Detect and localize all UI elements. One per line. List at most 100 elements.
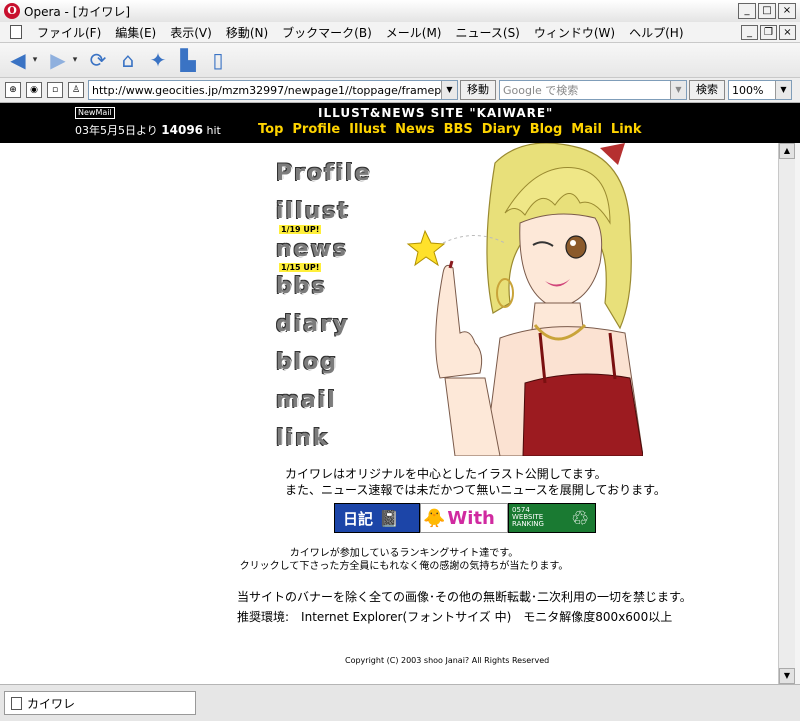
new-mail-badge[interactable]: NewMail <box>75 107 115 119</box>
url-field[interactable]: http://www.geocities.jp/mzm32997/newpage… <box>88 80 458 100</box>
page-content: Profile illust 1/19 UP! news 1/15 UP! bb… <box>0 143 778 684</box>
search-placeholder: Google で検索 <box>503 84 579 97</box>
site-description: カイワレはオリジナルを中心としたイラスト公開してます。 また、ニュース速報では未… <box>285 466 666 498</box>
maximize-button[interactable]: □ <box>758 3 776 19</box>
print-icon[interactable]: ▙ <box>176 48 200 72</box>
home-icon[interactable]: ⌂ <box>116 48 140 72</box>
forward-icon[interactable]: ▶ <box>46 48 70 72</box>
copyright-notice: 当サイトのバナーを除く全ての画像･その他の無断転載･二次利用の一切を禁じます。 … <box>237 587 692 627</box>
url-dropdown-icon[interactable]: ▼ <box>441 81 457 99</box>
minimize-button[interactable]: _ <box>738 3 756 19</box>
vertical-scrollbar[interactable]: ▲ ▼ <box>778 143 795 684</box>
menu-news[interactable]: ニュース(S) <box>448 24 526 41</box>
zoom-value: 100% <box>732 83 764 97</box>
go-button[interactable]: 移動 <box>460 80 496 100</box>
ranking-line-1: カイワレが参加しているランキングサイト達です。 <box>289 548 519 559</box>
scroll-up-icon[interactable]: ▲ <box>779 143 795 159</box>
banner-0574-ranking[interactable]: 0574 WEBSITE RANKING ♲ <box>508 503 596 533</box>
banner-with[interactable]: 🐥 With <box>420 503 508 533</box>
camera-icon[interactable]: ◉ <box>26 82 42 98</box>
nav-illust[interactable]: Illust <box>349 122 386 137</box>
menu-link-profile[interactable]: Profile <box>276 161 372 186</box>
menu-link-diary[interactable]: diary <box>276 312 349 337</box>
nav-mail[interactable]: Mail <box>571 122 602 137</box>
menu-help[interactable]: ヘルプ(H) <box>622 24 690 41</box>
menu-link-illust[interactable]: illust <box>276 199 350 224</box>
site-header: NewMail 03年5月5日より 14096 hit ILLUST&NEWS … <box>0 103 800 143</box>
page-tab[interactable]: カイワレ <box>4 691 196 715</box>
hotlist-icon[interactable]: ✦ <box>146 48 170 72</box>
hit-counter: 03年5月5日より 14096 hit <box>75 122 221 138</box>
menu-link-mail[interactable]: mail <box>276 388 337 413</box>
nav-news[interactable]: News <box>395 122 434 137</box>
menu-bookmarks[interactable]: ブックマーク(B) <box>275 24 379 41</box>
menu-link-blog[interactable]: blog <box>276 350 338 375</box>
site-title: ILLUST&NEWS SITE "KAIWARE" <box>318 106 554 120</box>
notice-line-1: 当サイトのバナーを除く全ての画像･その他の無断転載･二次利用の一切を禁じます。 <box>237 590 692 604</box>
site-nav: Top Profile Illust News BBS Diary Blog M… <box>258 122 642 137</box>
scroll-down-icon[interactable]: ▼ <box>779 668 795 684</box>
banner-with-label: With <box>447 507 495 529</box>
girl-illustration <box>405 143 643 456</box>
close-button[interactable]: × <box>778 3 796 19</box>
user-mode-icon[interactable]: ♙ <box>68 82 84 98</box>
nav-link[interactable]: Link <box>611 122 642 137</box>
document-window-controls: _ ❐ × <box>741 25 796 40</box>
new-page-icon[interactable]: ▯ <box>206 48 230 72</box>
menu-link-bbs[interactable]: bbs <box>276 274 327 299</box>
ranking-banners: 日記 📓 🐥 With 0574 WEBSITE RANKING ♲ <box>334 503 596 533</box>
banner-nikki[interactable]: 日記 📓 <box>334 503 420 533</box>
page-info-icon[interactable]: ▫ <box>47 82 63 98</box>
menu-mail[interactable]: メール(M) <box>379 24 449 41</box>
copyright-text: Copyright (C) 2003 shoo Janai? All Right… <box>345 656 550 665</box>
window-title: Opera - [カイワレ] <box>24 4 131 19</box>
tab-title: カイワレ <box>27 696 76 711</box>
nav-profile[interactable]: Profile <box>292 122 340 137</box>
search-dropdown-icon[interactable]: ▼ <box>670 81 686 99</box>
navigation-toolbar: ◀ ▾ ▶ ▾ ⟳ ⌂ ✦ ▙ ▯ <box>0 43 800 78</box>
ranking-line-2: クリックして下さった方全員にもれなく俺の感謝の気持ちが当たります。 <box>239 561 569 572</box>
window-controls: _ □ × <box>738 3 796 19</box>
search-field[interactable]: Google で検索 ▼ <box>499 80 687 100</box>
description-line-1: カイワレはオリジナルを中心としたイラスト公開してます。 <box>285 467 607 481</box>
menu-link-link[interactable]: link <box>276 426 329 451</box>
zoom-select[interactable]: 100% ▼ <box>728 80 792 100</box>
hit-suffix: hit <box>206 124 221 137</box>
chick-icon: 🐥 <box>423 507 446 529</box>
doc-close-button[interactable]: × <box>779 25 796 40</box>
nav-bbs[interactable]: BBS <box>444 122 473 137</box>
banner-nikki-label: 日記 <box>343 509 374 528</box>
hit-prefix: 03年5月5日より <box>75 124 158 137</box>
title-bar: O Opera - [カイワレ] _ □ × <box>0 0 800 23</box>
zoom-dropdown-icon[interactable]: ▼ <box>775 81 791 99</box>
page-icon[interactable] <box>10 25 22 39</box>
nav-top[interactable]: Top <box>258 122 283 137</box>
back-dropdown-icon[interactable]: ▾ <box>30 48 40 72</box>
tab-bar: カイワレ <box>0 684 800 721</box>
illust-update-badge: 1/19 UP! <box>279 225 322 234</box>
security-icon[interactable]: ⊕ <box>5 82 21 98</box>
notebook-icon: 📓 <box>379 508 399 528</box>
menu-bar: ファイル(F) 編集(E) 表示(V) 移動(N) ブックマーク(B) メール(… <box>0 22 800 43</box>
reload-icon[interactable]: ⟳ <box>86 48 110 72</box>
menu-link-news[interactable]: news <box>276 237 348 262</box>
recycle-icon: ♲ <box>571 506 589 530</box>
forward-dropdown-icon[interactable]: ▾ <box>70 48 80 72</box>
url-text: http://www.geocities.jp/mzm32997/newpage… <box>92 83 457 97</box>
tab-page-icon <box>11 696 22 710</box>
nav-blog[interactable]: Blog <box>530 122 563 137</box>
menu-navigate[interactable]: 移動(N) <box>219 24 275 41</box>
search-button[interactable]: 検索 <box>689 80 725 100</box>
description-line-2: また、ニュース速報では未だかつて無いニュースを展開しております。 <box>285 483 666 497</box>
doc-minimize-button[interactable]: _ <box>741 25 758 40</box>
address-bar: ⊕ ◉ ▫ ♙ http://www.geocities.jp/mzm32997… <box>0 78 800 103</box>
right-frame-edge <box>795 143 800 684</box>
menu-window[interactable]: ウィンドウ(W) <box>527 24 622 41</box>
nav-diary[interactable]: Diary <box>482 122 521 137</box>
menu-view[interactable]: 表示(V) <box>163 24 219 41</box>
ranking-message: カイワレが参加しているランキングサイト達です。 クリックして下さった方全員にもれ… <box>0 547 778 573</box>
menu-edit[interactable]: 編集(E) <box>108 24 163 41</box>
back-icon[interactable]: ◀ <box>6 48 30 72</box>
menu-file[interactable]: ファイル(F) <box>30 24 108 41</box>
doc-restore-button[interactable]: ❐ <box>760 25 777 40</box>
